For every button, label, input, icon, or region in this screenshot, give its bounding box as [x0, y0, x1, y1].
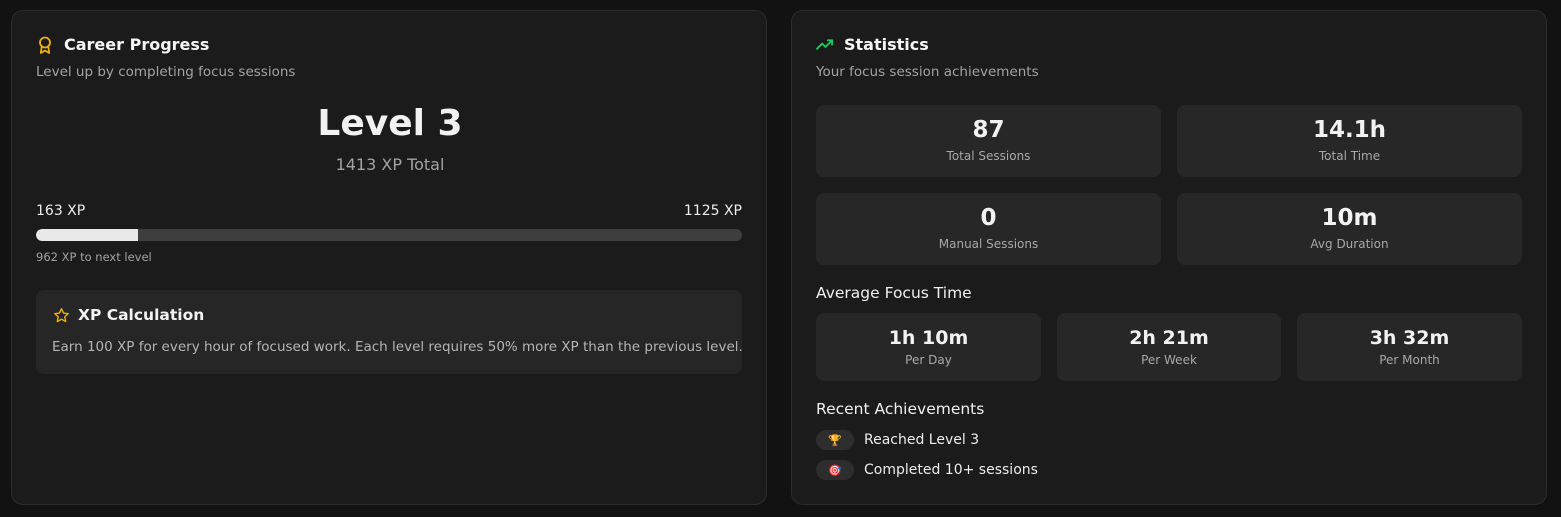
stat-label: Total Sessions [946, 149, 1031, 163]
xp-calculation-box: XP Calculation Earn 100 XP for every hou… [36, 290, 743, 374]
xp-end-label: 1125 XP [683, 203, 742, 219]
stat-value: 14.1h [1312, 117, 1387, 143]
avg-value: 1h 10m [888, 327, 969, 349]
stat-tile-total-sessions: 87 Total Sessions [816, 105, 1161, 177]
stat-tile-manual-sessions: 0 Manual Sessions [816, 193, 1161, 265]
xp-progress-bar [36, 229, 742, 241]
stat-value: 10m [1321, 205, 1378, 231]
career-subtitle: Level up by completing focus sessions [36, 64, 296, 80]
xp-total: 1413 XP Total [335, 155, 445, 174]
achievement-text: Completed 10+ sessions [864, 462, 1038, 478]
recent-achievements-title: Recent Achievements [816, 400, 985, 418]
avg-tile-per-day: 1h 10m Per Day [816, 313, 1041, 381]
stat-tile-total-time: 14.1h Total Time [1177, 105, 1522, 177]
stat-label: Total Time [1318, 149, 1381, 163]
stat-value: 0 [980, 205, 997, 231]
xp-progress-fill [36, 229, 139, 241]
avg-value: 2h 21m [1129, 327, 1209, 349]
xp-start-label: 163 XP [36, 203, 86, 219]
stat-tile-avg-duration: 10m Avg Duration [1177, 193, 1522, 265]
target-icon: 🎯 [816, 460, 854, 480]
avg-tile-per-month: 3h 32m Per Month [1297, 313, 1522, 381]
avg-value: 3h 32m [1369, 327, 1450, 349]
achievement-item: 🏆 Reached Level 3 [816, 430, 979, 450]
achievement-item: 🎯 Completed 10+ sessions [816, 460, 1038, 480]
stat-value: 87 [972, 117, 1005, 143]
xp-next-label: 962 XP to next level [36, 250, 152, 264]
statistics-card: Statistics Your focus session achievemen… [791, 10, 1547, 505]
avg-label: Per Week [1141, 353, 1197, 367]
xp-calculation-header: XP Calculation [52, 306, 204, 324]
xp-calculation-text: Earn 100 XP for every hour of focused wo… [52, 339, 743, 355]
average-focus-title: Average Focus Time [816, 284, 972, 302]
career-progress-card: Career Progress Level up by completing f… [11, 10, 767, 505]
career-title: Career Progress [64, 35, 210, 54]
avg-tile-per-week: 2h 21m Per Week [1057, 313, 1281, 381]
achievement-text: Reached Level 3 [864, 432, 980, 448]
level-label: Level 3 [317, 103, 463, 144]
avg-label: Per Month [1379, 353, 1440, 367]
award-icon [36, 36, 54, 54]
statistics-header: Statistics [816, 35, 929, 54]
star-icon [52, 306, 70, 324]
stat-label: Avg Duration [1310, 237, 1389, 251]
xp-calculation-title: XP Calculation [78, 306, 205, 324]
trending-up-icon [816, 36, 834, 54]
career-header: Career Progress [36, 35, 209, 54]
stat-label: Manual Sessions [938, 237, 1039, 251]
trophy-icon: 🏆 [816, 430, 854, 450]
statistics-subtitle: Your focus session achievements [816, 64, 1039, 80]
avg-label: Per Day [905, 353, 952, 367]
statistics-title: Statistics [844, 35, 929, 54]
